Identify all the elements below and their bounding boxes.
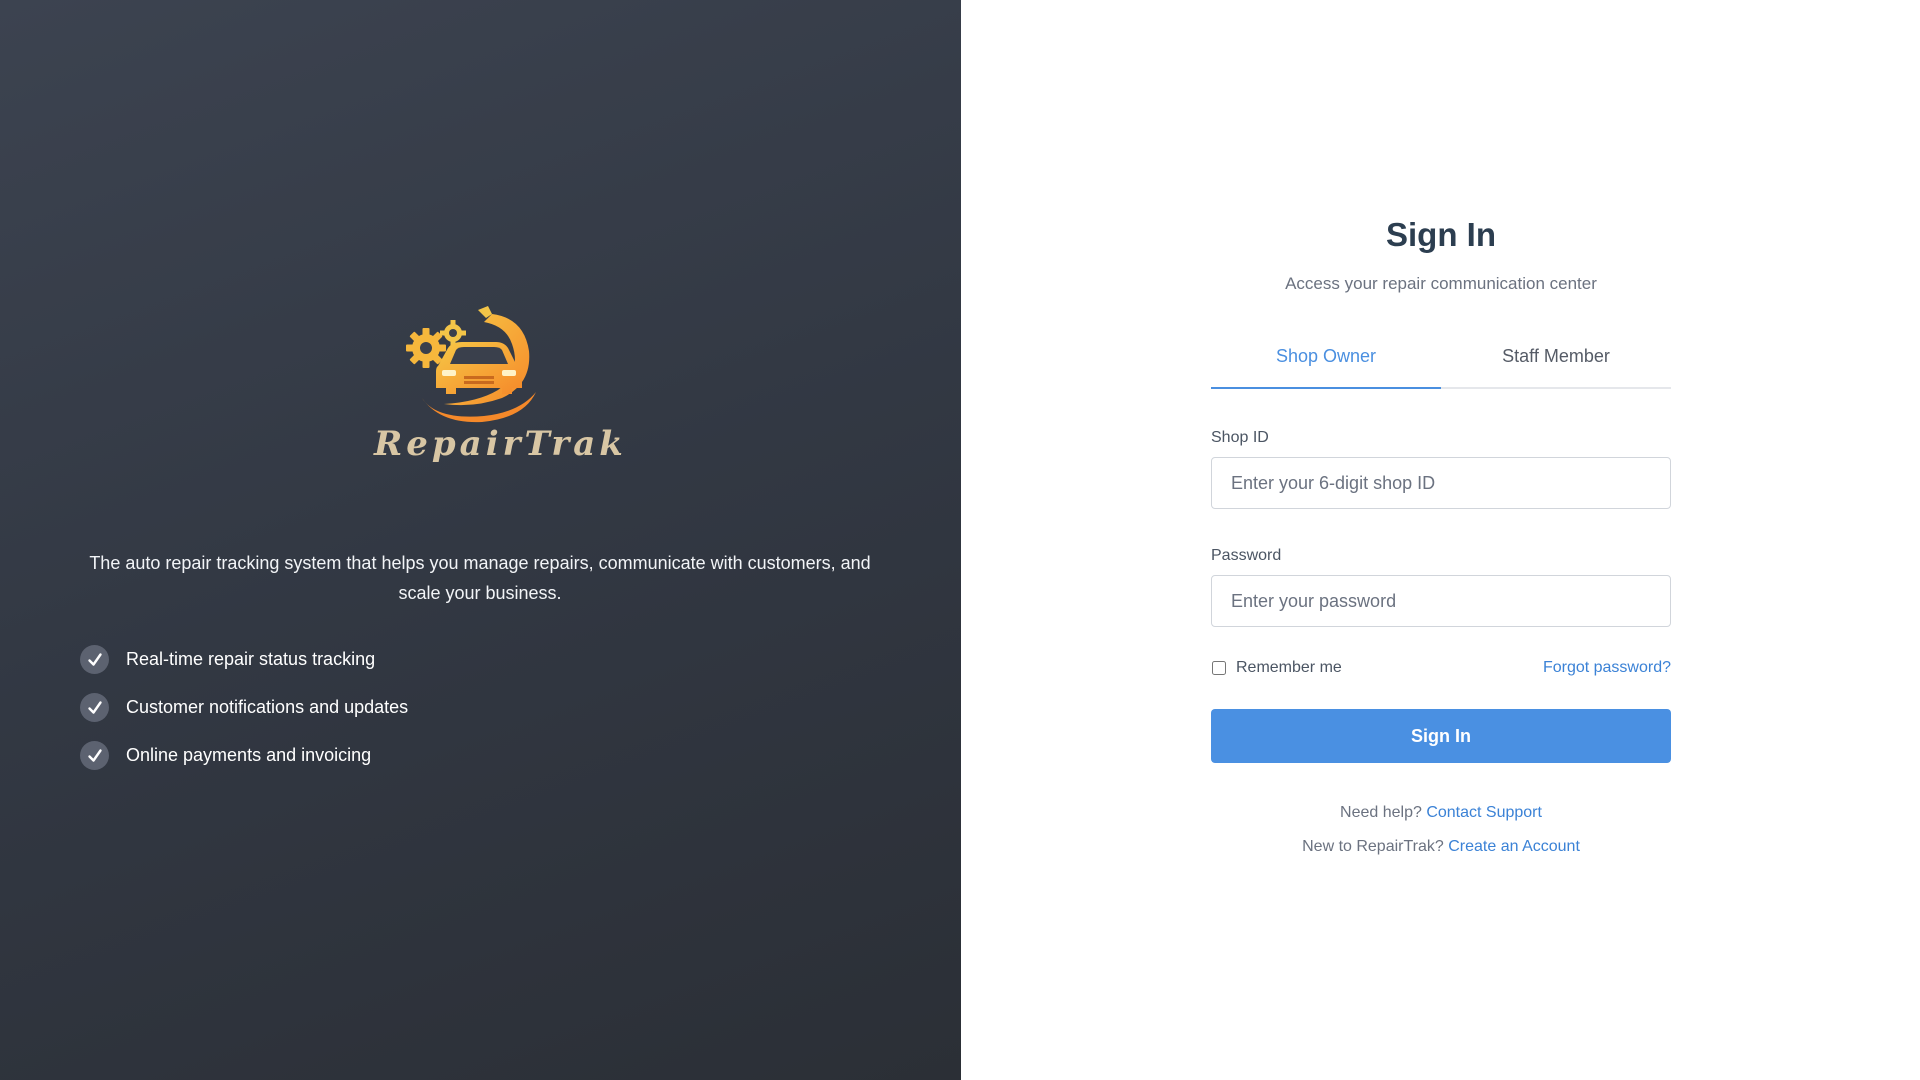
- remember-label: Remember me: [1236, 659, 1342, 676]
- signin-panel: Sign In Access your repair communication…: [961, 0, 1920, 1080]
- feature-text: Customer notifications and updates: [126, 697, 409, 717]
- check-icon: [80, 741, 109, 770]
- remember-row: Remember me Forgot password?: [1211, 657, 1671, 679]
- role-tabs: Shop Owner Staff Member: [1211, 334, 1671, 389]
- contact-support-link[interactable]: Contact Support: [1426, 804, 1542, 821]
- help-line: Need help? Contact Support: [1211, 803, 1671, 823]
- feature-item: Online payments and invoicing: [80, 741, 408, 770]
- help-text: Need help?: [1340, 804, 1422, 821]
- signin-form: Sign In Access your repair communication…: [1211, 212, 1671, 857]
- brand-tagline: The auto repair tracking system that hel…: [89, 553, 871, 603]
- remember-me[interactable]: Remember me: [1211, 659, 1342, 677]
- brand-panel: RepairTrak The auto repair tracking syst…: [0, 0, 961, 1080]
- sign-in-button[interactable]: Sign In: [1211, 709, 1671, 763]
- feature-item: Real-time repair status tracking: [80, 645, 408, 674]
- signup-line: New to RepairTrak? Create an Account: [1211, 837, 1671, 857]
- new-user-text: New to RepairTrak?: [1302, 838, 1444, 855]
- remember-checkbox[interactable]: [1212, 661, 1226, 675]
- feature-text: Real-time repair status tracking: [126, 649, 376, 669]
- create-account-link[interactable]: Create an Account: [1448, 838, 1580, 855]
- password-label: Password: [1211, 547, 1282, 564]
- tab-staff-member[interactable]: Staff Member: [1441, 334, 1671, 389]
- check-icon: [80, 693, 109, 722]
- forgot-password-link[interactable]: Forgot password?: [1543, 659, 1671, 677]
- feature-text: Online payments and invoicing: [126, 745, 372, 765]
- page-title: Sign In: [1386, 216, 1496, 253]
- shop-id-label: Shop ID: [1211, 429, 1269, 446]
- brand-logo: RepairTrak: [374, 306, 627, 472]
- password-input[interactable]: [1211, 575, 1671, 627]
- feature-item: Customer notifications and updates: [80, 693, 408, 722]
- check-icon: [80, 645, 109, 674]
- tab-shop-owner[interactable]: Shop Owner: [1211, 334, 1441, 389]
- car-gear-wrench-logo-icon: [406, 306, 536, 423]
- page-subtitle: Access your repair communication center: [1285, 274, 1597, 293]
- brand-wordmark: RepairTrak: [374, 424, 627, 464]
- shop-id-input[interactable]: [1211, 457, 1671, 509]
- feature-list: Real-time repair status tracking Custome…: [80, 645, 408, 789]
